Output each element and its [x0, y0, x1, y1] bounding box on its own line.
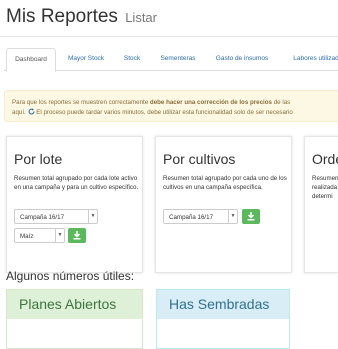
alert-line-2: aquí. El proceso puede tardar varios min… [12, 108, 338, 118]
card-title: Orde [312, 151, 338, 167]
tab-gasto-de-insumos[interactable]: Gasto de insumos [210, 48, 274, 70]
download-button[interactable] [68, 228, 86, 243]
panel-title: Planes Abiertos [7, 290, 142, 319]
chevron-down-icon: ▼ [228, 210, 237, 223]
tab-sementeras[interactable]: Sementeras [154, 48, 202, 70]
panel-planes-abiertos: Planes Abiertos [6, 289, 143, 349]
tab-stock[interactable]: Stock [117, 48, 147, 70]
alert-line-1: Para que los reportes se muestren correc… [12, 98, 338, 108]
card-description: Resumen realizada determi [312, 175, 338, 200]
tab-mayor-stock[interactable]: Mayor Stock [62, 48, 110, 70]
campaign-select[interactable]: Campaña 16/17 ▼ [14, 209, 98, 224]
chevron-down-icon: ▼ [88, 210, 97, 223]
alert-text: Para que los reportes se muestren correc… [12, 99, 150, 106]
tab-labores-utilizadas[interactable]: Labores utilizad [286, 48, 338, 70]
card-title: Por lote [14, 151, 63, 167]
refresh-icon[interactable] [28, 108, 35, 115]
chevron-down-icon: ▼ [55, 229, 64, 242]
alert-here-text: aquí. [12, 109, 26, 116]
campaign-select-value: Campaña 16/17 [169, 214, 214, 221]
alert-bold-text: debe hacer una corrección de los precios [149, 99, 272, 106]
report-card-por-lote: Por lote Resumen total agrupado por cada… [6, 136, 143, 273]
alert-process-text: El proceso puede tardar varios minutos, … [34, 109, 293, 116]
page-subtitle: Listar [125, 10, 157, 25]
report-card-por-cultivos: Por cultivos Resumen total agrupado por … [155, 136, 292, 273]
download-icon [247, 212, 255, 221]
card-description: Resumen total agrupado por cada lote act… [14, 175, 139, 191]
panel-has-sembradas: Has Sembradas [156, 289, 290, 349]
page-title: Mis Reportes Listar [6, 6, 157, 28]
card-title: Por cultivos [163, 151, 236, 167]
header-divider [0, 36, 338, 37]
report-tabs: Dashboard Mayor Stock Stock Sementeras G… [4, 48, 338, 72]
crop-select-value: Maíz [20, 233, 34, 240]
alert-text-end: de las [272, 99, 291, 106]
tab-dashboard[interactable]: Dashboard [6, 48, 56, 72]
report-card-ordenes: Orde Resumen realizada determi [304, 136, 338, 273]
panel-title: Has Sembradas [157, 290, 289, 319]
download-icon [73, 231, 81, 240]
price-correction-alert: Para que los reportes se muestren correc… [4, 90, 338, 122]
card-description: Resumen total agrupado por cada uno de l… [163, 175, 287, 191]
crop-select[interactable]: Maíz ▼ [14, 228, 65, 243]
page-title-text: Mis Reportes [6, 6, 118, 27]
campaign-select-value: Campaña 16/17 [20, 214, 65, 221]
campaign-select[interactable]: Campaña 16/17 ▼ [163, 209, 238, 224]
download-button[interactable] [242, 209, 260, 224]
section-heading: Algunos números útiles: [6, 269, 135, 283]
